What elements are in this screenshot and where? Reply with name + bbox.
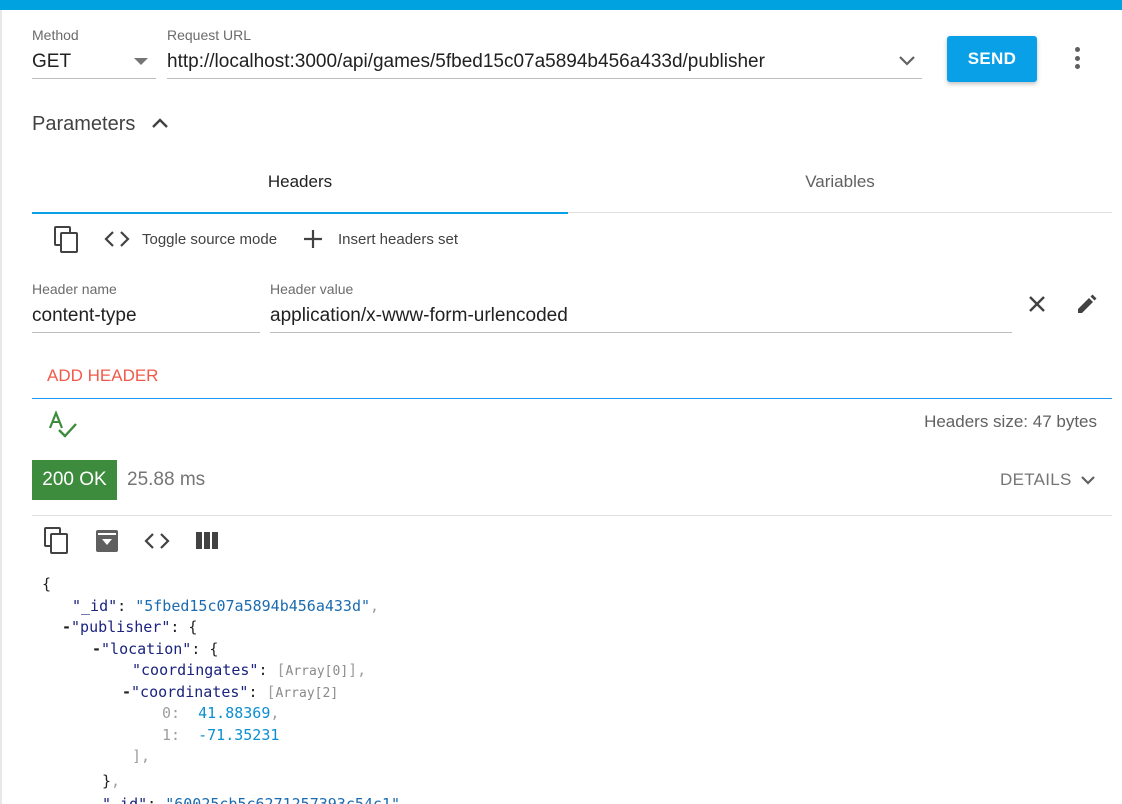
insert-headers-set-label: Insert headers set xyxy=(338,230,459,248)
json-line: 0: 41.88369, xyxy=(162,704,280,722)
save-download-icon[interactable] xyxy=(95,529,119,553)
active-tab-indicator xyxy=(32,212,568,214)
status-badge: 200 OK xyxy=(32,460,117,500)
collapse-toggle[interactable]: - xyxy=(122,683,131,701)
spellcheck-icon[interactable] xyxy=(48,411,78,439)
json-line: { xyxy=(42,575,52,593)
json-line: }, xyxy=(102,772,121,790)
tab-headers[interactable]: Headers xyxy=(32,172,568,192)
toggle-source-mode-label: Toggle source mode xyxy=(142,230,278,248)
response-time: 25.88 ms xyxy=(127,469,206,490)
insert-headers-set-button[interactable]: Insert headers set xyxy=(303,229,458,249)
copy-icon[interactable] xyxy=(54,226,80,254)
url-label: Request URL xyxy=(167,27,252,43)
header-name-underline xyxy=(32,332,260,333)
response-copy-icon[interactable] xyxy=(44,527,70,555)
method-label: Method xyxy=(32,27,79,43)
chevron-down-icon xyxy=(1080,476,1095,485)
header-name-label: Header name xyxy=(32,281,117,297)
url-underline xyxy=(167,78,922,79)
json-line: -"coordinates": [Array[2] xyxy=(122,682,339,701)
add-header-button[interactable]: ADD HEADER xyxy=(47,366,158,386)
left-divider xyxy=(0,10,2,804)
toggle-source-mode-button[interactable]: Toggle source mode xyxy=(104,229,277,249)
method-underline xyxy=(32,78,156,79)
collapse-chevron-up-icon[interactable] xyxy=(151,117,169,129)
column-view-icon[interactable] xyxy=(196,532,220,550)
response-divider xyxy=(32,515,1112,516)
header-value-value: application/x-www-form-urlencoded xyxy=(270,305,568,326)
tab-variables[interactable]: Variables xyxy=(568,172,1112,192)
collapse-toggle[interactable]: - xyxy=(62,618,71,636)
send-button[interactable]: SEND xyxy=(947,36,1037,82)
response-code-icon[interactable] xyxy=(144,531,170,551)
headers-size-text: Headers size: 47 bytes xyxy=(924,412,1097,431)
edit-pencil-icon[interactable] xyxy=(1075,292,1099,316)
json-line: 1: -71.35231 xyxy=(162,725,280,744)
json-line: "_id": "60025cb5c6271257393c54c1" xyxy=(102,795,401,804)
collapse-toggle[interactable]: - xyxy=(92,640,101,658)
plus-icon xyxy=(304,230,322,248)
url-history-chevron-icon[interactable] xyxy=(898,55,916,67)
details-toggle[interactable]: DETAILS xyxy=(1000,470,1096,490)
json-line: -"publisher": { xyxy=(62,618,198,636)
json-line: ], xyxy=(132,747,151,765)
json-line: "coordingates": [Array[0]], xyxy=(132,661,367,679)
header-value-underline xyxy=(270,332,1012,333)
code-icon xyxy=(104,231,130,247)
method-value: GET xyxy=(32,51,72,72)
top-accent-bar xyxy=(0,0,1122,10)
json-line: -"location": { xyxy=(92,639,219,658)
json-line: "_id": "5fbed15c07a5894b456a433d", xyxy=(72,596,380,615)
more-vert-icon[interactable] xyxy=(1067,45,1087,71)
details-label: DETAILS xyxy=(1000,470,1072,489)
dropdown-arrow-icon xyxy=(134,58,148,65)
header-name-value: content-type xyxy=(32,305,137,326)
url-value: http://localhost:3000/api/games/5fbed15c… xyxy=(167,51,765,72)
close-icon[interactable] xyxy=(1028,295,1046,313)
parameters-title: Parameters xyxy=(32,113,136,135)
headers-section-divider xyxy=(32,398,1112,399)
header-value-label: Header value xyxy=(270,281,354,297)
